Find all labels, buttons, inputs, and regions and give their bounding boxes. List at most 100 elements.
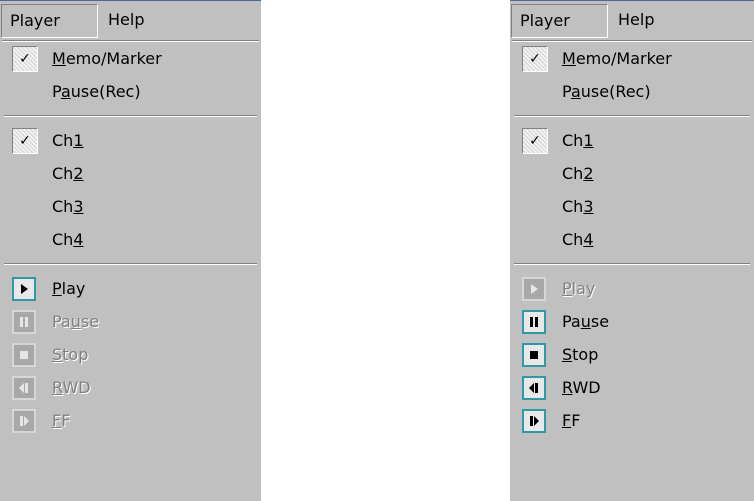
menu-item-ch4[interactable]: Ch4 — [0, 223, 261, 256]
menu-bar: Player Help — [0, 0, 261, 40]
label-part: 4 — [583, 230, 594, 249]
menu-item-ch1[interactable]: ✓ Ch1 — [510, 124, 754, 157]
menu-bar: Player Help — [510, 0, 754, 40]
label-part: Pa — [562, 312, 581, 331]
pause-icon — [12, 310, 36, 334]
label-part: top — [62, 345, 89, 364]
label-part: use(Rec) — [580, 82, 651, 101]
label-part: 1 — [73, 131, 84, 150]
menu-item-label: FF — [52, 411, 70, 430]
pause-icon — [522, 310, 546, 334]
stop-icon — [12, 343, 36, 367]
menu-item-label: Stop — [52, 345, 88, 364]
label-part: u — [70, 312, 81, 331]
menu-separator — [4, 263, 257, 265]
label-part: Ch — [562, 164, 584, 183]
menu-item-pause-rec[interactable]: Pause(Rec) — [0, 75, 261, 108]
menu-item-ch4[interactable]: Ch4 — [510, 223, 754, 256]
checkmark-icon: ✓ — [12, 46, 38, 72]
menu-item-label: Play — [562, 279, 595, 298]
label-part: Ch — [562, 230, 584, 249]
menu-item-label: RWD — [562, 378, 601, 397]
menu-item-label: Ch2 — [52, 164, 84, 183]
rewind-icon — [12, 376, 36, 400]
label-part: P — [562, 82, 571, 101]
menu-item-pause[interactable]: Pause — [510, 305, 754, 338]
menu-item-ch2[interactable]: Ch2 — [0, 157, 261, 190]
label-part: use(Rec) — [70, 82, 141, 101]
menu-player[interactable]: Player — [1, 4, 98, 38]
menu-item-ch1[interactable]: ✓ Ch1 — [0, 124, 261, 157]
label-part: Ch — [562, 197, 584, 216]
label-part: Pa — [52, 312, 71, 331]
menu-separator — [4, 115, 257, 117]
menu-player[interactable]: Player — [511, 4, 608, 38]
label-part: a — [60, 82, 71, 101]
label-part: R — [562, 378, 573, 397]
label-part: emo/Marker — [575, 49, 672, 68]
label-part: S — [52, 345, 63, 364]
checkmark-icon: ✓ — [522, 46, 548, 72]
menu-item-label: Pause(Rec) — [52, 82, 141, 101]
menu-item-label: Ch3 — [52, 197, 84, 216]
menu-item-label: Pause — [52, 312, 99, 331]
menu-item-label: Ch2 — [562, 164, 594, 183]
menu-item-ch3[interactable]: Ch3 — [0, 190, 261, 223]
menu-item-stop[interactable]: Stop — [510, 338, 754, 371]
label-part: P — [52, 279, 62, 298]
label-part: se — [80, 312, 100, 331]
menu-help[interactable]: Help — [618, 4, 654, 36]
fast-forward-icon — [12, 409, 36, 433]
label-part: R — [52, 378, 63, 397]
menu-item-ff[interactable]: FF — [0, 404, 261, 437]
label-part: u — [580, 312, 591, 331]
menu-item-play[interactable]: Play — [510, 272, 754, 305]
label-part: 4 — [73, 230, 84, 249]
play-icon — [12, 277, 36, 301]
menu-item-label: Pause(Rec) — [562, 82, 651, 101]
label-part: S — [562, 345, 573, 364]
menu-item-label: Ch1 — [562, 131, 594, 150]
label-part: top — [572, 345, 599, 364]
label-part: M — [562, 49, 576, 68]
menu-item-pause-rec[interactable]: Pause(Rec) — [510, 75, 754, 108]
menu-item-stop[interactable]: Stop — [0, 338, 261, 371]
label-part: F — [562, 411, 572, 430]
label-part: WD — [572, 378, 601, 397]
label-part: se — [590, 312, 610, 331]
label-part: WD — [62, 378, 91, 397]
menu-item-rwd[interactable]: RWD — [510, 371, 754, 404]
label-part: F — [52, 411, 62, 430]
label-part: 1 — [583, 131, 594, 150]
player-menu-panel-left: Player Help ✓ Memo/Marker Pause(Rec) ✓ Ch1 C… — [0, 0, 261, 501]
label-part: Ch — [52, 164, 74, 183]
label-part: lay — [571, 279, 596, 298]
menu-item-ff[interactable]: FF — [510, 404, 754, 437]
menu-help[interactable]: Help — [108, 4, 144, 36]
menu-item-label: Ch4 — [562, 230, 594, 249]
menu-item-label: Ch3 — [562, 197, 594, 216]
label-part: Ch — [52, 230, 74, 249]
label-part: a — [570, 82, 581, 101]
player-menu-panel-right: Player Help ✓ Memo/Marker Pause(Rec) ✓ Ch1 C… — [510, 0, 754, 501]
label-part: P — [562, 279, 572, 298]
menu-item-memo-marker[interactable]: ✓ Memo/Marker — [0, 42, 261, 75]
menu-item-ch3[interactable]: Ch3 — [510, 190, 754, 223]
menu-item-ch2[interactable]: Ch2 — [510, 157, 754, 190]
menu-item-pause[interactable]: Pause — [0, 305, 261, 338]
menu-item-label: FF — [562, 411, 580, 430]
menu-separator — [514, 263, 750, 265]
menu-separator — [514, 115, 750, 117]
menu-item-label: Play — [52, 279, 85, 298]
menu-item-label: RWD — [52, 378, 91, 397]
label-part: lay — [61, 279, 86, 298]
label-part: 2 — [73, 164, 84, 183]
label-part: F — [61, 411, 71, 430]
fast-forward-icon — [522, 409, 546, 433]
menu-item-memo-marker[interactable]: ✓ Memo/Marker — [510, 42, 754, 75]
checkmark-icon: ✓ — [522, 128, 548, 154]
menu-item-label: Stop — [562, 345, 598, 364]
label-part: P — [52, 82, 61, 101]
menu-item-play[interactable]: Play — [0, 272, 261, 305]
menu-item-rwd[interactable]: RWD — [0, 371, 261, 404]
